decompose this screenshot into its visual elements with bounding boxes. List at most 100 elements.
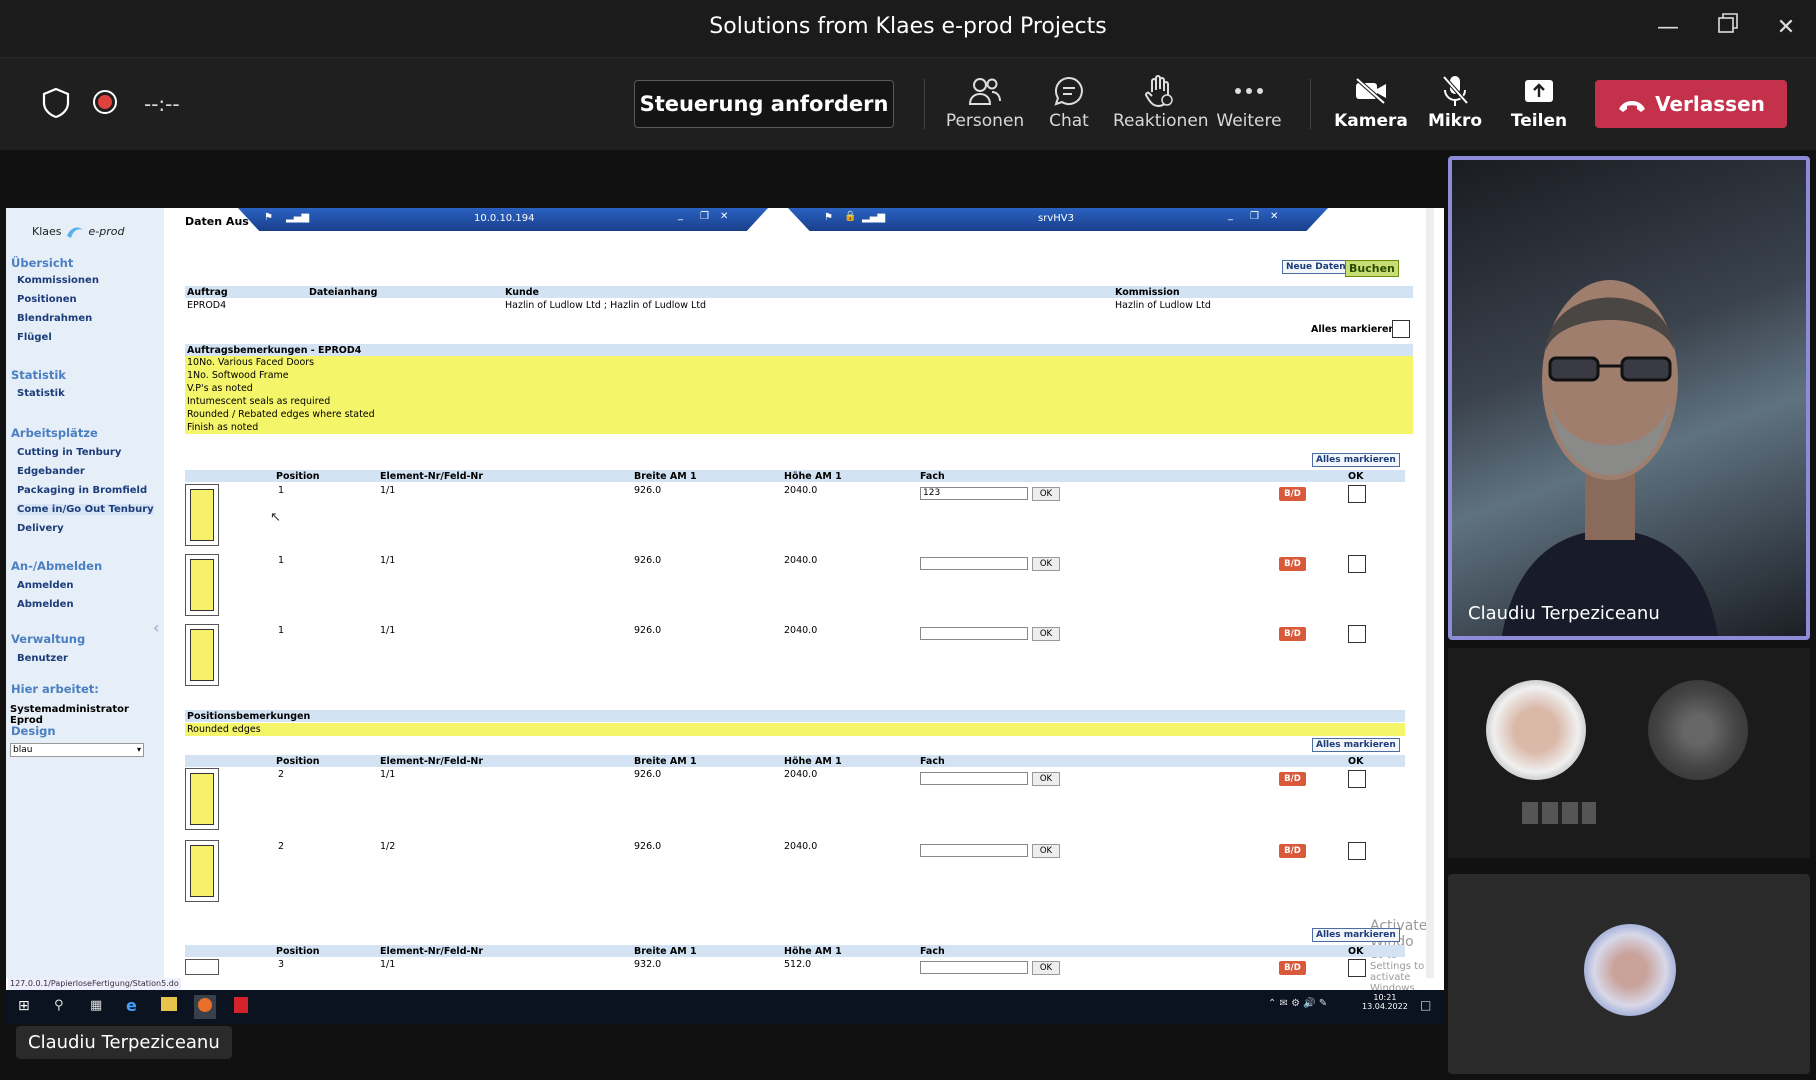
- col-height: Höhe AM 1: [784, 756, 842, 767]
- search-icon[interactable]: ⚲: [54, 998, 64, 1013]
- ok-button[interactable]: OK: [1032, 557, 1060, 571]
- fach-input[interactable]: [920, 844, 1028, 857]
- mic-button[interactable]: Mikro: [1415, 71, 1495, 131]
- sidebar-section-verwaltung: Verwaltung: [11, 632, 86, 646]
- row-checkbox[interactable]: [1348, 770, 1366, 788]
- request-control-button[interactable]: Steuerung anfordern: [634, 80, 894, 128]
- acrobat-icon[interactable]: [234, 997, 248, 1013]
- tray-icons[interactable]: ⌃ ✉ ⚙ 🔊 ✎: [1268, 998, 1327, 1009]
- sidebar-item-packaging[interactable]: Packaging in Bromfield: [17, 485, 147, 496]
- col-position: Position: [276, 471, 320, 482]
- order-remark-line: V.P's as noted: [185, 382, 1413, 395]
- sidebar-item-statistik[interactable]: Statistik: [17, 388, 65, 399]
- shared-screen: Klaes e-prod Übersicht Kommissionen Posi…: [6, 208, 1444, 990]
- order-col-kommission: Kommission: [1115, 287, 1180, 298]
- close-icon[interactable]: ✕: [1766, 8, 1806, 48]
- sidebar-item-kommissionen[interactable]: Kommissionen: [17, 275, 99, 286]
- book-button[interactable]: Buchen: [1345, 260, 1399, 277]
- clock-time: 10:21: [1373, 993, 1397, 1002]
- collapse-arrow-icon[interactable]: ‹: [153, 618, 159, 637]
- shield-icon[interactable]: [42, 87, 70, 123]
- col-fach: Fach: [920, 471, 945, 482]
- col-height: Höhe AM 1: [784, 471, 842, 482]
- sidebar-item-come-in[interactable]: Come in/Go Out Tenbury: [17, 504, 154, 515]
- chevron-down-icon: ▾: [136, 745, 141, 754]
- position-remarks-bar: [185, 710, 1405, 722]
- fach-input[interactable]: [920, 772, 1028, 785]
- share-button[interactable]: Teilen: [1499, 71, 1579, 131]
- col-fach: Fach: [920, 756, 945, 767]
- sidebar-item-blendrahmen[interactable]: Blendrahmen: [17, 313, 92, 324]
- ok-button[interactable]: OK: [1032, 961, 1060, 975]
- restore-icon[interactable]: [1708, 8, 1748, 48]
- notification-icon[interactable]: □: [1420, 998, 1431, 1012]
- sidebar-item-cutting[interactable]: Cutting in Tenbury: [17, 447, 121, 458]
- mic-label: Mikro: [1427, 111, 1483, 131]
- row-checkbox[interactable]: [1348, 959, 1366, 977]
- fach-input[interactable]: [920, 961, 1028, 974]
- participant-avatar-blurred[interactable]: [1486, 680, 1586, 780]
- ie-icon[interactable]: e: [126, 996, 137, 1015]
- bd-button[interactable]: B/D: [1279, 627, 1306, 641]
- sidebar-item-positionen[interactable]: Positionen: [17, 294, 77, 305]
- firefox-icon[interactable]: [198, 998, 212, 1012]
- row-checkbox[interactable]: [1348, 485, 1366, 503]
- ok-button[interactable]: OK: [1032, 772, 1060, 786]
- windows-start-icon[interactable]: ⊞: [18, 998, 30, 1014]
- new-data-button[interactable]: Neue Daten: [1282, 260, 1350, 274]
- mark-all-label: Alles markieren: [1311, 324, 1396, 335]
- cell-element: 1/1: [380, 959, 396, 970]
- col-element: Element-Nr/Feld-Nr: [380, 471, 484, 482]
- design-select[interactable]: blau ▾: [10, 743, 144, 757]
- ok-button[interactable]: OK: [1032, 487, 1060, 501]
- folder-icon[interactable]: [161, 997, 177, 1011]
- participant-avatar-blurred[interactable]: [1648, 680, 1748, 780]
- sidebar-item-anmelden[interactable]: Anmelden: [17, 580, 74, 591]
- bd-button[interactable]: B/D: [1279, 487, 1306, 501]
- scrollbar[interactable]: [1426, 208, 1434, 978]
- sidebar-item-abmelden[interactable]: Abmelden: [17, 599, 74, 610]
- ok-button[interactable]: OK: [1032, 627, 1060, 641]
- cell-width: 926.0: [634, 555, 662, 566]
- task-view-icon[interactable]: ▦: [90, 998, 102, 1013]
- phone-hangup-icon: [1617, 82, 1647, 130]
- row-checkbox[interactable]: [1348, 625, 1366, 643]
- sidebar-item-benutzer[interactable]: Benutzer: [17, 653, 68, 664]
- cell-element: 1/1: [380, 555, 396, 566]
- row-checkbox[interactable]: [1348, 555, 1366, 573]
- minimize-icon[interactable]: —: [1648, 8, 1688, 48]
- col-width: Breite AM 1: [634, 756, 697, 767]
- mark-all-button[interactable]: Alles markieren: [1312, 738, 1400, 752]
- more-icon: [1209, 71, 1289, 111]
- ok-button[interactable]: OK: [1032, 844, 1060, 858]
- sidebar-item-edgebander[interactable]: Edgebander: [17, 466, 85, 477]
- bd-button[interactable]: B/D: [1279, 772, 1306, 786]
- fach-input[interactable]: 123: [920, 487, 1028, 500]
- clock[interactable]: 10:21 13.04.2022: [1362, 993, 1408, 1011]
- order-col-dateianhang: Dateianhang: [309, 287, 378, 298]
- order-kommission-value: Hazlin of Ludlow Ltd: [1115, 300, 1211, 311]
- leave-button[interactable]: Verlassen: [1595, 80, 1787, 128]
- windows-taskbar: ⊞ ⚲ ▦ e ⌃ ✉ ⚙ 🔊 ✎ 10:21 13.04.2022 □: [6, 990, 1444, 1024]
- chat-label: Chat: [1049, 111, 1089, 131]
- sidebar-item-fluegel[interactable]: Flügel: [17, 332, 52, 343]
- order-remark-line: 10No. Various Faced Doors: [185, 356, 1413, 369]
- chat-button[interactable]: Chat: [1029, 71, 1109, 131]
- video-tile-main[interactable]: Claudiu Terpeziceanu: [1448, 156, 1810, 640]
- sidebar-item-delivery[interactable]: Delivery: [17, 523, 64, 534]
- bd-button[interactable]: B/D: [1279, 961, 1306, 975]
- participant-tile[interactable]: [1448, 874, 1810, 1074]
- row-checkbox[interactable]: [1348, 842, 1366, 860]
- more-button[interactable]: Weitere: [1209, 71, 1289, 131]
- people-button[interactable]: Personen: [945, 71, 1025, 131]
- fach-input[interactable]: [920, 557, 1028, 570]
- bd-button[interactable]: B/D: [1279, 844, 1306, 858]
- camera-button[interactable]: Kamera: [1331, 71, 1411, 131]
- mark-all-button[interactable]: Alles markieren: [1312, 453, 1400, 467]
- mark-all-checkbox[interactable]: [1392, 320, 1410, 338]
- reactions-button[interactable]: Reaktionen: [1113, 71, 1209, 131]
- participant-avatar-blurred: [1584, 924, 1676, 1016]
- bd-button[interactable]: B/D: [1279, 557, 1306, 571]
- mark-all-button[interactable]: Alles markieren: [1312, 928, 1400, 942]
- fach-input[interactable]: [920, 627, 1028, 640]
